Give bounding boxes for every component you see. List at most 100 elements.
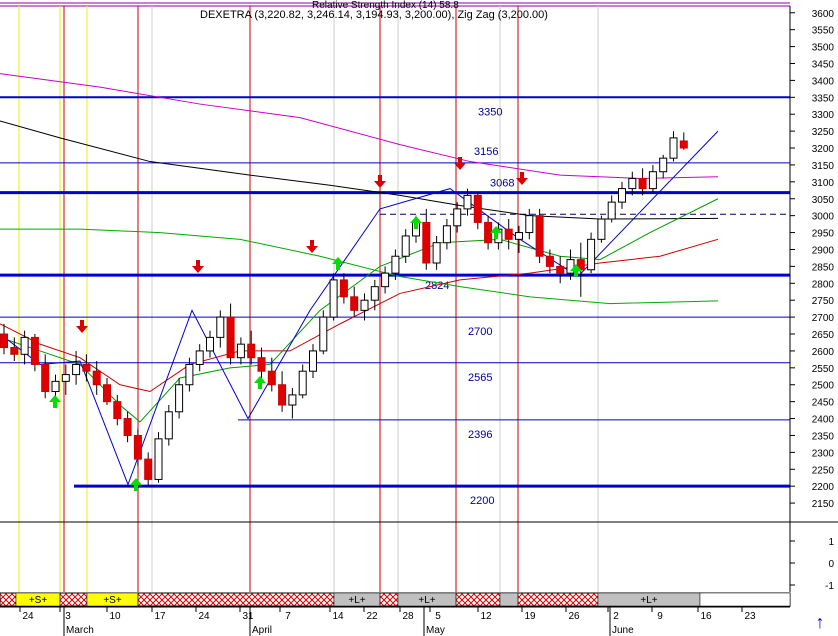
candle-body bbox=[309, 350, 317, 372]
candle-body bbox=[41, 363, 50, 392]
candle-body bbox=[298, 370, 307, 396]
candle-body bbox=[669, 137, 678, 159]
y-tick-label: 2900 bbox=[812, 245, 835, 256]
candle-body bbox=[164, 411, 173, 440]
candle-body bbox=[226, 316, 235, 359]
candle-body bbox=[391, 255, 400, 274]
y-tick-label: 2950 bbox=[812, 229, 835, 240]
lower-panel-tick-label: -1 bbox=[825, 581, 834, 592]
x-day-label: 3 bbox=[65, 611, 71, 622]
candle-body bbox=[92, 370, 101, 386]
candle-body bbox=[154, 438, 163, 480]
x-month-label: March bbox=[66, 625, 94, 636]
y-tick-label: 3050 bbox=[812, 195, 835, 206]
candle-body bbox=[597, 218, 606, 240]
x-day-label: 7 bbox=[285, 611, 291, 622]
candle-body bbox=[525, 215, 534, 234]
candle-body bbox=[267, 370, 276, 386]
signal-bar-label: +L+ bbox=[640, 595, 657, 606]
y-tick-label: 2250 bbox=[812, 465, 835, 476]
candle-body bbox=[659, 157, 668, 173]
candle-body bbox=[648, 171, 657, 190]
x-month-label: June bbox=[612, 625, 634, 636]
level-label: 2824 bbox=[425, 280, 449, 292]
candle-body bbox=[236, 343, 245, 359]
candle-body bbox=[545, 255, 554, 267]
candle-body bbox=[587, 238, 596, 271]
scroll-up-arrow-icon[interactable]: ↑ bbox=[807, 612, 833, 634]
candle-body bbox=[61, 374, 70, 382]
x-day-label: 10 bbox=[109, 611, 121, 622]
level-label: 2200 bbox=[470, 495, 494, 507]
candle-body bbox=[504, 228, 513, 240]
x-day-label: 17 bbox=[154, 611, 166, 622]
candle-body bbox=[247, 343, 256, 359]
signal-bar-label: +L+ bbox=[418, 595, 435, 606]
y-tick-label: 2550 bbox=[812, 364, 835, 375]
x-month-label: May bbox=[426, 625, 445, 636]
candle-body bbox=[473, 194, 482, 223]
y-tick-label: 3100 bbox=[812, 178, 835, 189]
candle-body bbox=[206, 336, 214, 352]
candle-body bbox=[103, 384, 111, 403]
candle-body bbox=[535, 215, 544, 257]
candle-body bbox=[216, 316, 225, 338]
candle-body bbox=[20, 336, 29, 355]
candle-body bbox=[422, 221, 431, 264]
y-tick-label: 3200 bbox=[812, 144, 835, 155]
candle-body bbox=[288, 394, 297, 406]
x-day-label: 24 bbox=[198, 611, 210, 622]
candle-body bbox=[51, 380, 60, 392]
candle-body bbox=[618, 188, 626, 203]
y-tick-label: 3300 bbox=[812, 110, 835, 121]
y-tick-label: 2650 bbox=[812, 330, 835, 341]
x-month-label: April bbox=[252, 625, 272, 636]
y-tick-label: 2400 bbox=[812, 415, 835, 426]
x-day-label: 24 bbox=[22, 611, 34, 622]
candle-body bbox=[195, 350, 204, 365]
candle-body bbox=[638, 177, 647, 190]
candle-body bbox=[463, 194, 472, 210]
y-tick-label: 2600 bbox=[812, 347, 835, 358]
chart-title: DEXETRA (3,220.82, 3,246.14, 3,194.93, 3… bbox=[200, 9, 548, 21]
y-tick-label: 2850 bbox=[812, 262, 835, 273]
candle-body bbox=[175, 384, 184, 413]
candle-body bbox=[257, 357, 266, 372]
signal-bar-segment bbox=[499, 592, 519, 607]
candle-body bbox=[144, 458, 153, 480]
signal-bar-label: +S+ bbox=[103, 595, 122, 606]
candle-body bbox=[350, 296, 359, 311]
candle-body bbox=[10, 347, 19, 355]
lower-panel-tick-label: 1 bbox=[828, 537, 834, 548]
y-tick-label: 3600 bbox=[812, 9, 835, 20]
candle-body bbox=[453, 208, 462, 227]
candle-body bbox=[607, 201, 616, 220]
price-chart: 33503156306828242700256523962200 21502200… bbox=[0, 0, 838, 636]
y-tick-label: 2800 bbox=[812, 279, 835, 290]
candle-body bbox=[442, 225, 451, 244]
x-day-label: 2 bbox=[613, 611, 619, 622]
candle-body bbox=[401, 235, 410, 257]
lower-panel-tick-label: 0 bbox=[828, 559, 834, 570]
candle-body bbox=[679, 140, 688, 149]
x-day-label: 19 bbox=[524, 611, 536, 622]
x-day-label: 23 bbox=[744, 611, 756, 622]
candle-body bbox=[432, 242, 441, 264]
level-label: 3350 bbox=[478, 106, 502, 118]
y-tick-label: 3450 bbox=[812, 59, 835, 70]
y-tick-label: 3250 bbox=[812, 127, 835, 138]
candle-body bbox=[339, 279, 348, 298]
signal-bar-segment bbox=[59, 592, 88, 607]
candle-body bbox=[329, 279, 338, 318]
y-tick-label: 2350 bbox=[812, 431, 835, 442]
y-tick-label: 3350 bbox=[812, 93, 835, 104]
x-day-label: 26 bbox=[568, 611, 580, 622]
candle-body bbox=[628, 177, 637, 190]
candle-body bbox=[556, 265, 565, 274]
candle-body bbox=[133, 434, 142, 460]
candle-body bbox=[515, 232, 523, 240]
x-day-label: 12 bbox=[480, 611, 492, 622]
signal-bar-segment bbox=[455, 592, 501, 607]
signal-bar-segment bbox=[517, 592, 599, 607]
y-tick-label: 2300 bbox=[812, 448, 835, 459]
